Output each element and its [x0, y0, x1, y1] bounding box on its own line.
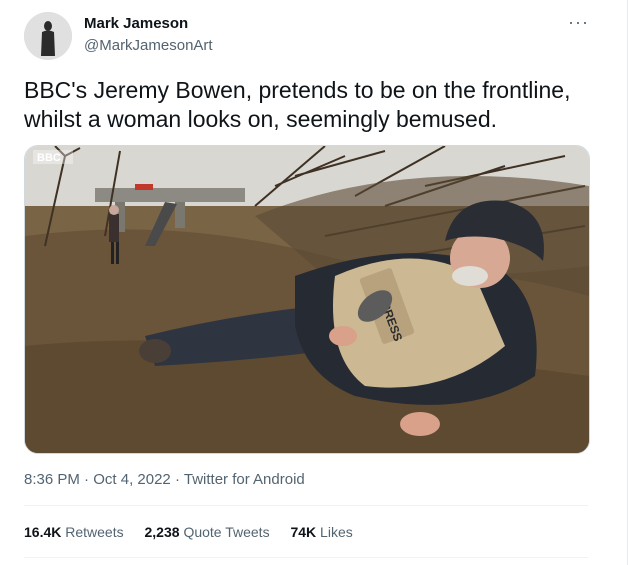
photo-scene: PRESS BBC [25, 146, 589, 453]
divider [24, 557, 588, 558]
retweets-stat[interactable]: 16.4K Retweets [24, 524, 124, 540]
tweet-text: BBC's Jeremy Bowen, pretends to be on th… [24, 77, 571, 132]
tweet-photo[interactable]: PRESS BBC [24, 145, 590, 454]
likes-count: 74K [290, 524, 317, 540]
retweets-count: 16.4K [24, 524, 62, 540]
retweets-label: Retweets [65, 524, 124, 540]
bbc-watermark: BBC [37, 152, 61, 164]
tweet-date[interactable]: Oct 4, 2022 [93, 471, 171, 488]
more-horizontal-icon[interactable]: ··· [568, 12, 589, 33]
quote-tweets-label: Quote Tweets [183, 524, 270, 540]
quote-tweets-stat[interactable]: 2,238 Quote Tweets [145, 524, 270, 540]
display-name[interactable]: Mark Jameson [84, 15, 188, 32]
meta-separator: · [174, 471, 180, 488]
meta-separator: · [84, 471, 90, 488]
tweet-client[interactable]: Twitter for Android [184, 471, 305, 488]
tweet-time[interactable]: 8:36 PM [24, 471, 80, 488]
engagement-stats: 16.4K Retweets 2,238 Quote Tweets 74K Li… [24, 524, 370, 540]
quote-tweets-count: 2,238 [144, 524, 180, 540]
tweet-card: Mark Jameson @MarkJamesonArt ··· BBC's J… [0, 0, 628, 565]
avatar-silhouette-icon [24, 12, 72, 60]
tweet-meta: 8:36 PM · Oct 4, 2022 · Twitter for Andr… [24, 471, 305, 488]
user-handle[interactable]: @MarkJamesonArt [84, 37, 213, 54]
avatar[interactable] [24, 12, 72, 60]
divider [24, 505, 588, 506]
likes-label: Likes [320, 524, 353, 540]
likes-stat[interactable]: 74K Likes [290, 524, 352, 540]
